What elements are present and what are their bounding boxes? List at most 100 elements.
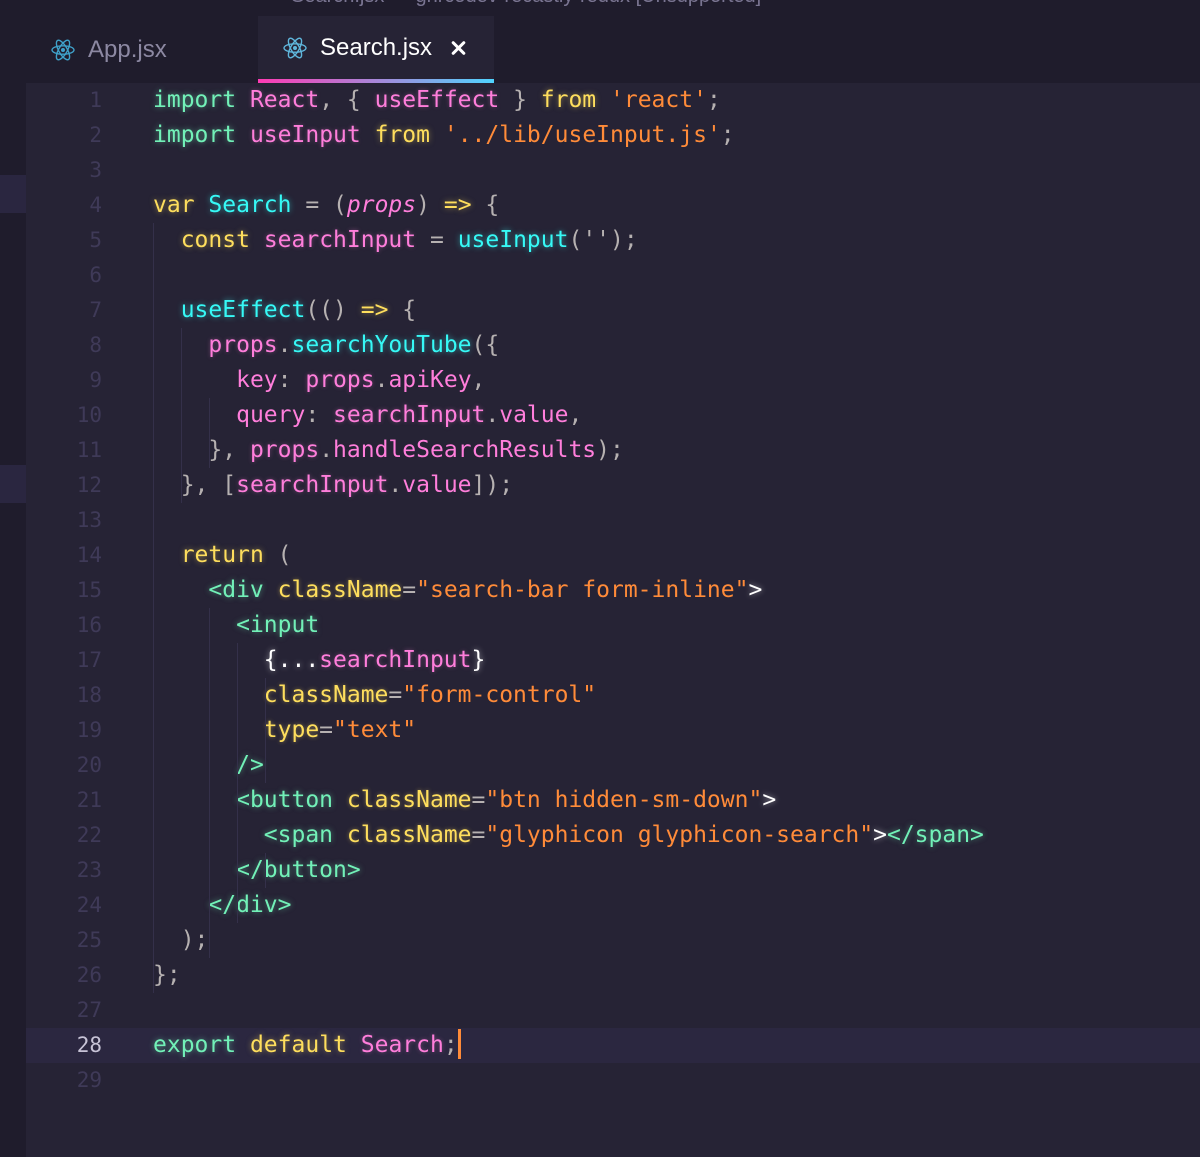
line-code: const searchInput = useInput(''); (153, 223, 638, 258)
code-line[interactable]: 8 props.searchYouTube({ (26, 328, 1200, 363)
code-token: ); (596, 437, 624, 463)
code-line[interactable]: 22 <span className="glyphicon glyphicon-… (26, 818, 1200, 853)
code-line[interactable]: 6 (26, 258, 1200, 293)
code-line[interactable]: 3 (26, 153, 1200, 188)
code-token: 'react' (610, 87, 707, 113)
line-number: 11 (76, 438, 102, 462)
code-line[interactable]: 24 </div> (26, 888, 1200, 923)
tab-app-jsx[interactable]: App.jsx (26, 16, 258, 83)
code-token: ) (416, 192, 444, 218)
tab-label: Search.jsx (320, 33, 433, 61)
code-line[interactable]: 25 ); (26, 923, 1200, 958)
code-line[interactable]: 21 <button className="btn hidden-sm-down… (26, 783, 1200, 818)
code-token: default (249, 1032, 347, 1058)
code-line[interactable]: 15 <div className="search-bar form-inlin… (26, 573, 1200, 608)
code-token: = (319, 717, 334, 743)
code-line[interactable]: 10 query: searchInput.value, (26, 398, 1200, 433)
code-token: . (485, 402, 500, 428)
code-token: . (319, 437, 334, 463)
line-code: <div className="search-bar form-inline"> (153, 573, 762, 608)
code-line[interactable]: 4 var Search = (props) => { (26, 188, 1200, 223)
code-token: . (277, 332, 292, 358)
code-token: className (346, 787, 472, 813)
line-code: type="text" (153, 713, 416, 748)
code-token: = (388, 682, 403, 708)
code-line[interactable]: 13 (26, 503, 1200, 538)
line-code: <span className="glyphicon glyphicon-sea… (153, 818, 984, 853)
code-line[interactable]: 23 </button> (26, 853, 1200, 888)
code-token: searchInput (263, 227, 417, 253)
indent-guide (153, 223, 154, 993)
code-line[interactable]: 5 const searchInput = useInput(''); (26, 223, 1200, 258)
line-number: 14 (76, 543, 102, 567)
code-token: const (180, 227, 250, 253)
code-line[interactable]: 2 import useInput from '../lib/useInput.j… (26, 118, 1200, 153)
code-line[interactable]: 18 className="form-control" (26, 678, 1200, 713)
tab-search-jsx[interactable]: Search.jsx (258, 16, 494, 83)
code-token: . (374, 367, 389, 393)
line-number: 13 (76, 508, 102, 532)
code-token: </button> (236, 857, 361, 883)
code-line[interactable]: 27 (26, 993, 1200, 1028)
indent-guide (265, 678, 266, 783)
line-number: 10 (76, 403, 102, 427)
code-line[interactable]: 20 /> (26, 748, 1200, 783)
code-token: = (416, 227, 458, 253)
line-code: {...searchInput} (153, 643, 486, 678)
text-cursor (457, 1028, 461, 1059)
code-line[interactable]: 14 return ( (26, 538, 1200, 573)
line-number: 27 (76, 998, 102, 1022)
code-line[interactable]: 17 {...searchInput} (26, 643, 1200, 678)
code-line[interactable]: 29 (26, 1063, 1200, 1098)
code-line[interactable]: 26}; (26, 958, 1200, 993)
code-line[interactable]: 16 <input (26, 608, 1200, 643)
line-number: 24 (76, 893, 102, 917)
code-token: = ( (291, 192, 347, 218)
line-number: 5 (89, 228, 102, 252)
line-code: useEffect(() => { (153, 293, 416, 328)
code-token: /> (236, 752, 264, 778)
code-line[interactable]: 1 import React, { useEffect } from 'react… (26, 83, 1200, 118)
line-number: 9 (89, 368, 102, 392)
close-icon[interactable] (450, 40, 466, 56)
code-token: useEffect (374, 87, 500, 113)
code-token: from (374, 122, 430, 148)
line-number: 19 (76, 718, 102, 742)
code-line[interactable]: 11 }, props.handleSearchResults); (26, 433, 1200, 468)
code-token: }, [ (180, 472, 237, 498)
code-token: , (471, 367, 486, 393)
code-line[interactable]: 7 useEffect(() => { (26, 293, 1200, 328)
code-token: key (236, 367, 278, 393)
line-code: import React, { useEffect } from 'react'… (153, 83, 721, 118)
line-code: }; (153, 958, 181, 993)
react-icon (283, 37, 307, 58)
code-token: '../lib/useInput.js' (443, 122, 721, 148)
code-token: props (305, 367, 375, 393)
code-token: => (360, 297, 389, 323)
code-line[interactable]: 9 key: props.apiKey, (26, 363, 1200, 398)
line-code: className="form-control" (153, 678, 596, 713)
side-marker (0, 175, 26, 213)
code-token: value (499, 402, 569, 428)
code-token: props (208, 332, 278, 358)
code-token: value (402, 472, 472, 498)
code-token: . (388, 472, 403, 498)
code-editor[interactable]: 1 import React, { useEffect } from 'react… (26, 83, 1200, 1157)
line-code: import useInput from '../lib/useInput.js… (153, 118, 735, 153)
code-token: ; (443, 1032, 458, 1058)
code-token: {... (263, 647, 320, 673)
indent-guide (209, 608, 210, 958)
code-line[interactable]: 12 }, [searchInput.value]); (26, 468, 1200, 503)
code-line[interactable]: 28 export default Search; (26, 1028, 1200, 1063)
code-line[interactable]: 19 type="text" (26, 713, 1200, 748)
